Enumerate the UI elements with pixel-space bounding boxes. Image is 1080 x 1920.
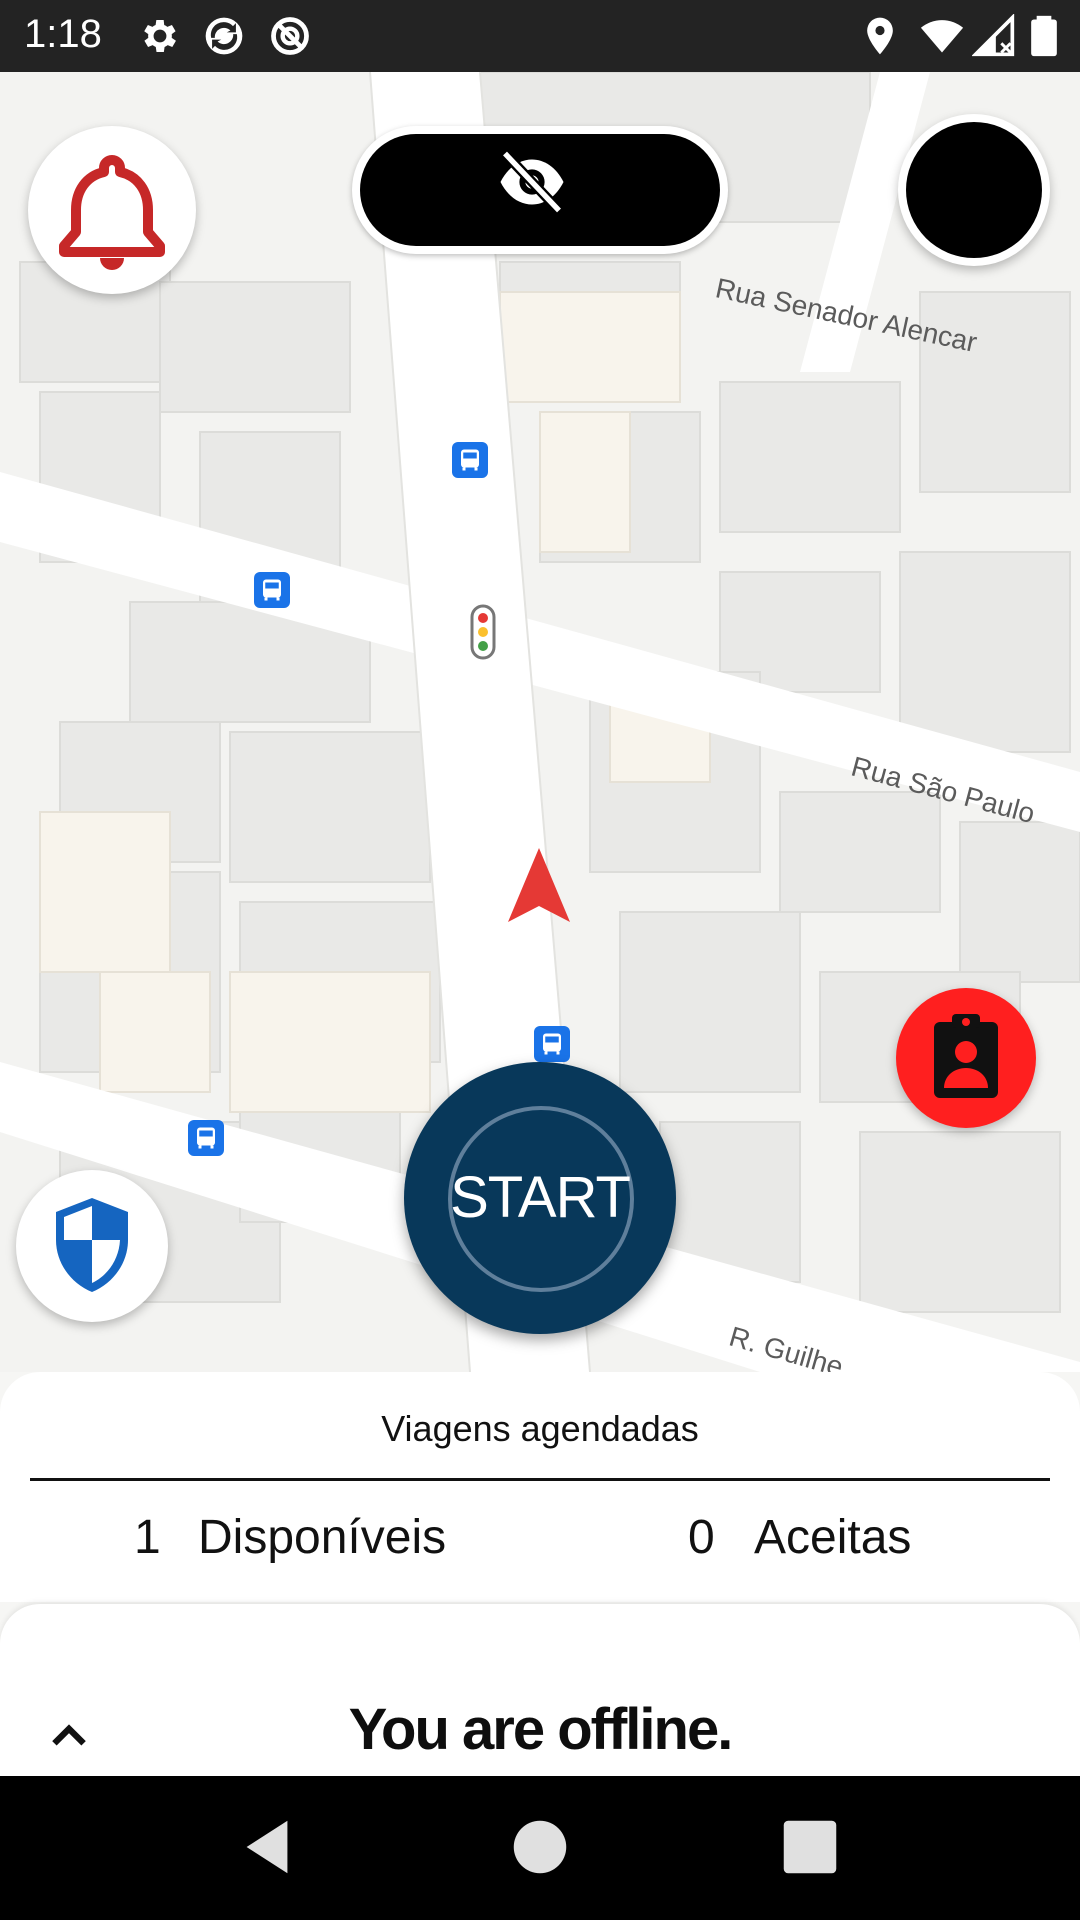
eye-off-icon (500, 149, 564, 215)
status-bar: 1:18 (0, 0, 1080, 72)
sync-icon (202, 14, 246, 58)
battery-icon (1022, 14, 1066, 58)
available-count: 1 (134, 1511, 161, 1564)
location-icon (858, 14, 902, 58)
bus-stop-icon[interactable] (188, 1120, 224, 1156)
scheduled-title: Viagens agendadas (381, 1408, 699, 1449)
start-button[interactable]: START (404, 1062, 676, 1334)
accepted-count: 0 (688, 1511, 715, 1564)
start-label: START (450, 1165, 631, 1230)
navigation-arrow-icon (506, 846, 572, 924)
alerts-button[interactable] (28, 126, 196, 294)
bus-stop-icon[interactable] (534, 1026, 570, 1062)
cell-signal-icon (972, 14, 1016, 58)
accepted-label[interactable]: Aceitas (754, 1510, 911, 1565)
avatar[interactable] (898, 114, 1050, 266)
wifi-icon (920, 14, 964, 58)
report-button[interactable] (896, 988, 1036, 1128)
bus-stop-icon[interactable] (452, 442, 488, 478)
visibility-toggle[interactable] (352, 126, 728, 254)
scheduled-trips-panel: Viagens agendadas 1 Disponíveis 0 Aceita… (0, 1372, 1080, 1602)
home-icon[interactable] (505, 1812, 575, 1882)
do-not-disturb-icon (268, 14, 312, 58)
back-icon[interactable] (232, 1812, 302, 1882)
safety-button[interactable] (16, 1170, 168, 1322)
recents-icon[interactable] (775, 1812, 845, 1882)
status-time: 1:18 (24, 12, 102, 56)
divider (30, 1478, 1050, 1481)
gear-icon (138, 14, 182, 58)
offline-panel[interactable]: You are offline. (0, 1604, 1080, 1776)
navigation-bar (0, 1776, 1080, 1920)
available-label[interactable]: Disponíveis (198, 1510, 446, 1565)
shield-icon (56, 1198, 128, 1292)
traffic-light-icon (470, 604, 496, 660)
bell-icon (59, 155, 165, 270)
offline-status: You are offline. (348, 1697, 734, 1762)
clipboard-account-icon (934, 1014, 998, 1098)
bus-stop-icon[interactable] (254, 572, 290, 608)
